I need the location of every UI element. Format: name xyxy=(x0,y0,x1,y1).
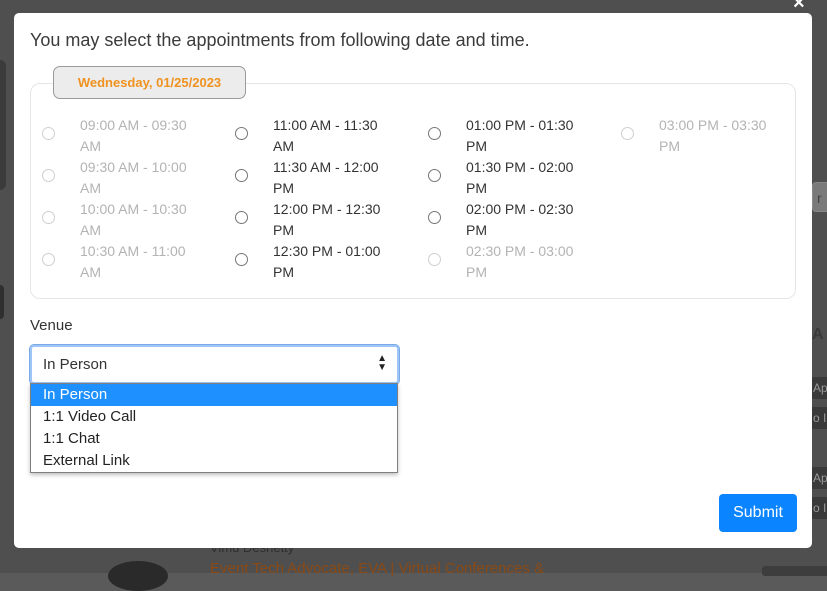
background-button: o I xyxy=(810,407,827,429)
time-slot-label: 09:00 AM - 09:30 AM xyxy=(80,117,187,154)
time-slot-radio[interactable] xyxy=(428,169,441,182)
background-button: Ap xyxy=(810,467,827,489)
modal-title: You may select the appointments from fol… xyxy=(30,30,530,50)
submit-button[interactable]: Submit xyxy=(719,494,797,532)
time-slot: 10:30 AM - 11:00 AM xyxy=(42,241,232,283)
select-arrows-icon: ▲ ▼ xyxy=(377,353,387,373)
time-slot-label: 11:30 AM - 12:00 PM xyxy=(273,159,379,196)
time-slot-label: 02:00 PM - 02:30 PM xyxy=(466,201,574,238)
time-slot-label: 09:30 AM - 10:00 AM xyxy=(80,159,187,196)
time-slot[interactable]: 12:00 PM - 12:30 PM xyxy=(235,199,425,241)
background-button: o I xyxy=(810,497,827,519)
venue-option[interactable]: 1:1 Video Call xyxy=(31,406,397,428)
time-slot-label: 12:30 PM - 01:00 PM xyxy=(273,243,381,280)
time-slot[interactable]: 01:00 PM - 01:30 PM xyxy=(428,115,618,157)
time-slot: 10:00 AM - 10:30 AM xyxy=(42,199,232,241)
time-slot-label: 12:00 PM - 12:30 PM xyxy=(273,201,381,238)
background-button: Ap xyxy=(810,377,827,399)
date-badge: Wednesday, 01/25/2023 xyxy=(53,66,246,99)
venue-select[interactable]: In Person ▲ ▼ xyxy=(29,344,400,385)
time-slot: 03:00 PM - 03:30 PM xyxy=(621,115,811,157)
time-slot-radio[interactable] xyxy=(428,211,441,224)
venue-option[interactable]: 1:1 Chat xyxy=(31,428,397,450)
venue-dropdown: In Person 1:1 Video Call 1:1 Chat Extern… xyxy=(30,383,398,473)
time-slot-radio xyxy=(42,253,55,266)
time-slot-column: 01:00 PM - 01:30 PM 01:30 PM - 02:00 PM 02… xyxy=(428,115,618,283)
time-slot[interactable]: 11:30 AM - 12:00 PM xyxy=(235,157,425,199)
time-slot-radio[interactable] xyxy=(235,211,248,224)
time-slot-radio[interactable] xyxy=(235,253,248,266)
time-slot-radio xyxy=(428,253,441,266)
time-slot-column: 03:00 PM - 03:30 PM xyxy=(621,115,811,157)
time-slot-radio xyxy=(42,211,55,224)
time-slot-label: 01:00 PM - 01:30 PM xyxy=(466,117,574,154)
background-bar xyxy=(762,566,827,576)
time-slot-radio[interactable] xyxy=(235,169,248,182)
time-slot-column: 09:00 AM - 09:30 AM 09:30 AM - 10:00 AM 10… xyxy=(42,115,232,283)
time-slot[interactable]: 12:30 PM - 01:00 PM xyxy=(235,241,425,283)
time-slot[interactable]: 11:00 AM - 11:30 AM xyxy=(235,115,425,157)
time-slot-radio[interactable] xyxy=(235,127,248,140)
time-slot-label: 10:30 AM - 11:00 AM xyxy=(80,243,186,280)
background-text: A xyxy=(812,326,824,343)
time-slot: 09:00 AM - 09:30 AM xyxy=(42,115,232,157)
time-slot-label: 10:00 AM - 10:30 AM xyxy=(80,201,187,238)
venue-option[interactable]: External Link xyxy=(31,450,397,472)
time-slot[interactable]: 02:00 PM - 02:30 PM xyxy=(428,199,618,241)
time-slot: 09:30 AM - 10:00 AM xyxy=(42,157,232,199)
time-slot: 02:30 PM - 03:00 PM xyxy=(428,241,618,283)
time-slot-radio xyxy=(621,127,634,140)
time-slot-label: 02:30 PM - 03:00 PM xyxy=(466,243,574,280)
time-slot-label: 11:00 AM - 11:30 AM xyxy=(273,117,378,154)
appointment-modal: You may select the appointments from fol… xyxy=(14,13,812,548)
background-person-avatar xyxy=(108,561,168,591)
time-slot-radio[interactable] xyxy=(428,127,441,140)
venue-selected-value: In Person xyxy=(43,356,108,373)
background-card xyxy=(0,60,6,190)
time-slot-radio xyxy=(42,127,55,140)
venue-option[interactable]: In Person xyxy=(31,384,397,406)
time-slot-label: 01:30 PM - 02:00 PM xyxy=(466,159,574,196)
venue-label: Venue xyxy=(30,317,73,334)
background-input: r R xyxy=(812,182,827,212)
time-slot-radio xyxy=(42,169,55,182)
background-person-role: Event Tech Advocate, EVA | Virtual Confe… xyxy=(210,560,545,577)
background-avatar xyxy=(0,285,4,319)
time-slot-label: 03:00 PM - 03:30 PM xyxy=(659,117,767,154)
time-slot[interactable]: 01:30 PM - 02:00 PM xyxy=(428,157,618,199)
time-slot-column: 11:00 AM - 11:30 AM 11:30 AM - 12:00 PM 12… xyxy=(235,115,425,283)
